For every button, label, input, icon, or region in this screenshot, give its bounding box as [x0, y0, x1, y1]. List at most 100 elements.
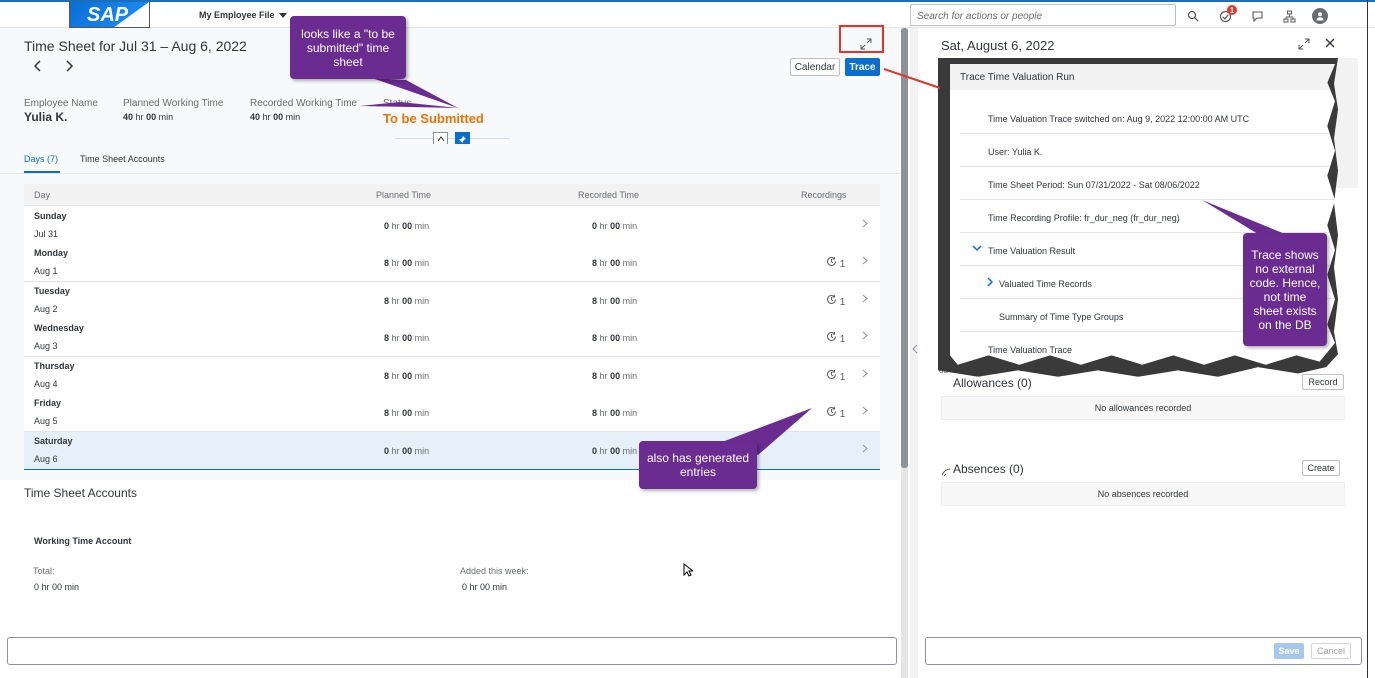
recordings-count[interactable]: 1 [826, 256, 845, 270]
mouse-cursor-icon [683, 562, 695, 580]
feedback-icon[interactable] [1249, 8, 1265, 24]
working-time-account-title: Working Time Account [34, 536, 132, 546]
annotation-callout: Trace shows no external code. Hence, not… [1243, 233, 1327, 346]
tab-time-sheet-accounts[interactable]: Time Sheet Accounts [80, 154, 165, 164]
absence-icon [941, 464, 951, 482]
employee-name: Yulia K. [24, 110, 68, 124]
chevron-right-icon[interactable] [862, 369, 868, 381]
added-value: 0 hr 00 min [462, 582, 508, 592]
allowances-title: Allowances (0) [953, 376, 1032, 390]
previous-week-button[interactable] [33, 59, 43, 75]
recordings-number: 1 [839, 259, 846, 270]
window-edge [1367, 0, 1368, 678]
planned-time: 0 hr 00 min [384, 221, 430, 231]
chevron-left-icon[interactable] [912, 344, 918, 357]
recordings-count[interactable]: 1 [826, 369, 845, 383]
clock-history-icon [826, 294, 837, 308]
recorded-time: 8 hr 00 min [592, 408, 638, 418]
chevron-down-icon[interactable] [972, 244, 982, 254]
absences-empty-text: No absences recorded [941, 482, 1345, 506]
logo-frame [69, 2, 150, 28]
chevron-right-icon[interactable] [862, 444, 868, 456]
column-header-recorded: Recorded Time [578, 190, 640, 200]
days-table-section: Day Planned Time Recorded Time Recording… [0, 175, 900, 480]
clock-history-icon [826, 331, 837, 345]
column-header-planned: Planned Time [376, 190, 432, 200]
trace-item: Time Valuation Trace switched on: Aug 9,… [960, 102, 1335, 134]
trace-item-label: Summary of Time Type Groups [999, 312, 1124, 322]
table-row[interactable]: Monday Aug 1 8 hr 00 min 8 hr 00 min 1 [24, 244, 880, 282]
employee-label: Employee Name [24, 98, 98, 109]
calendar-button[interactable]: Calendar [790, 58, 840, 76]
employee-attribute: Employee Name Yulia K. [24, 98, 98, 124]
app-title: My Employee File [199, 10, 275, 20]
create-absence-button[interactable]: Create [1302, 460, 1340, 476]
recorded-time: 0 hr 00 min [592, 446, 638, 456]
trace-item-label: Time Valuation Trace switched on: Aug 9,… [988, 114, 1250, 124]
recorded-time: 8 hr 00 min [592, 258, 638, 268]
tab-days[interactable]: Days (7) [24, 154, 58, 164]
table-row[interactable]: Wednesday Aug 3 8 hr 00 min 8 hr 00 min 1 [24, 319, 880, 357]
cancel-button[interactable]: Cancel [1311, 643, 1351, 659]
trace-button[interactable]: Trace [845, 58, 880, 76]
planned-attribute: Planned Working Time 40 hr 00 min [123, 98, 223, 122]
recorded-attribute: Recorded Working Time 40 hr 00 min [250, 98, 357, 122]
close-icon[interactable] [1325, 36, 1335, 51]
left-footer-bar [7, 637, 897, 665]
recordings-number: 1 [839, 297, 846, 308]
planned-time: 8 hr 00 min [384, 371, 430, 381]
recorded-time: 0 hr 00 min [592, 221, 638, 231]
save-button[interactable]: Save [1274, 643, 1304, 659]
day-name: Thursday [34, 361, 75, 371]
table-row[interactable]: Sunday Jul 31 0 hr 00 min 0 hr 00 min [24, 207, 880, 245]
shell-header: SAP My Employee File Search for actions … [0, 0, 1375, 28]
absences-title: Absences (0) [953, 462, 1024, 476]
fullscreen-icon[interactable] [1298, 38, 1310, 53]
trace-popup-title: Trace Time Valuation Run [950, 64, 1335, 90]
chevron-right-icon[interactable] [862, 294, 868, 306]
planned-time: 8 hr 00 min [384, 408, 430, 418]
chevron-right-icon[interactable] [862, 256, 868, 268]
recorded-time: 8 hr 00 min [592, 371, 638, 381]
day-name: Tuesday [34, 286, 70, 296]
day-date: Jul 31 [34, 229, 59, 239]
active-tab-indicator [24, 171, 60, 173]
status-label: Status [383, 98, 412, 109]
org-icon[interactable] [1281, 8, 1297, 24]
next-week-button[interactable] [64, 59, 74, 75]
recordings-count[interactable]: 1 [826, 331, 845, 345]
trace-item: Time Recording Profile: fr_dur_neg (fr_d… [960, 201, 1335, 233]
app-title-menu[interactable]: My Employee File [199, 10, 287, 20]
chevron-right-icon[interactable] [862, 219, 868, 231]
day-name: Saturday [34, 436, 73, 446]
day-date: Aug 4 [34, 379, 58, 389]
user-avatar-icon[interactable] [1312, 8, 1328, 24]
chevron-right-icon[interactable] [986, 277, 994, 289]
accounts-title: Time Sheet Accounts [24, 486, 137, 500]
recordings-number: 1 [839, 409, 846, 420]
search-icon[interactable] [1185, 8, 1201, 24]
search-input[interactable]: Search for actions or people [910, 4, 1176, 26]
table-row[interactable]: Tuesday Aug 2 8 hr 00 min 8 hr 00 min 1 [24, 282, 880, 320]
planned-time: 8 hr 00 min [384, 333, 430, 343]
recorded-time: 8 hr 00 min [592, 333, 638, 343]
chevron-right-icon[interactable] [862, 406, 868, 418]
recorded-value: 40 hr 00 min [250, 112, 301, 122]
day-name: Friday [34, 398, 62, 408]
chevron-right-icon[interactable] [862, 331, 868, 343]
table-row[interactable]: Thursday Aug 4 8 hr 00 min 8 hr 00 min 1 [24, 357, 880, 395]
clock-history-icon [826, 406, 837, 420]
clock-history-icon [826, 256, 837, 270]
record-allowance-button[interactable]: Record [1302, 374, 1344, 390]
scrollbar-thumb[interactable] [901, 28, 908, 468]
status-attribute: Status To be Submitted [383, 98, 484, 126]
total-value: 0 hr 00 min [34, 582, 80, 592]
recordings-count[interactable]: 1 [826, 406, 845, 420]
table-header: Day Planned Time Recorded Time Recording… [24, 184, 880, 206]
clock-history-icon [826, 369, 837, 383]
table-row[interactable]: Friday Aug 5 8 hr 00 min 8 hr 00 min 1 [24, 394, 880, 432]
recordings-number: 1 [839, 334, 846, 345]
day-date: Aug 2 [34, 304, 58, 314]
day-name: Sunday [34, 211, 67, 221]
recordings-count[interactable]: 1 [826, 294, 845, 308]
